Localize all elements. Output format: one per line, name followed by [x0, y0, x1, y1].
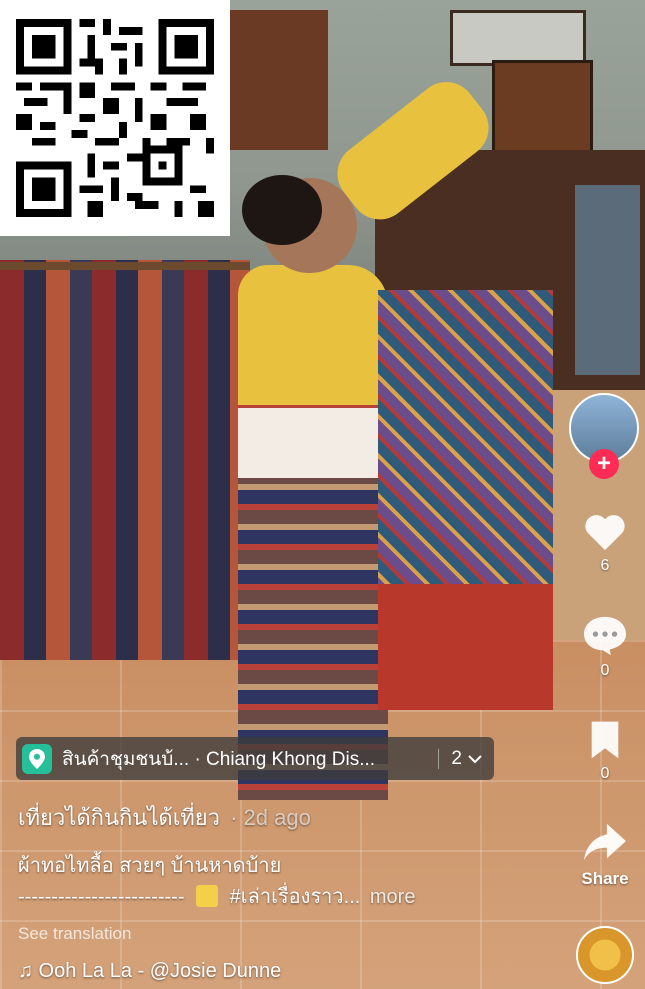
bookmark-icon [591, 721, 619, 759]
post-age: · 2d ago [230, 805, 311, 830]
clothes-rail [0, 262, 250, 270]
see-translation-link[interactable]: See translation [18, 924, 131, 944]
share-arrow-icon [584, 823, 626, 861]
hanging-woven-cloth [378, 290, 553, 710]
post-title-line[interactable]: เที่ยวได้กินกินได้เที่ยว · 2d ago [18, 800, 311, 835]
plus-icon: + [596, 450, 611, 477]
heart-icon [585, 515, 625, 551]
location-pin-icon [22, 743, 52, 774]
description-dashes: ------------------------- [18, 886, 185, 908]
music-track[interactable]: ♫ Ooh La La - @Josie Dunne [18, 960, 281, 983]
save-count: 0 [600, 765, 610, 782]
more-link[interactable]: more [370, 886, 416, 908]
location-tag[interactable]: สินค้าชุมชนบ้... · Chiang Khong Dis... 2 [16, 737, 494, 780]
cabinet-glass [575, 185, 640, 375]
post-description-more[interactable]: ------------------------- #เล่าเรื่องราว… [18, 880, 415, 912]
comment-count: 0 [600, 662, 610, 679]
chevron-down-icon [468, 754, 482, 763]
qr-code [0, 0, 230, 236]
like-count: 6 [600, 557, 610, 574]
hair-bun [242, 175, 322, 245]
location-count-value: 2 [451, 747, 462, 769]
location-text: สินค้าชุมชนบ้... · Chiang Khong Dis... [62, 748, 376, 770]
follow-button[interactable]: + [589, 449, 619, 479]
memo-emoji-icon [196, 885, 219, 907]
hanging-textiles [0, 260, 250, 660]
white-sash [238, 400, 388, 478]
post-description: ผ้าทอไทลื้อ สวยๆ บ้านหาดบ้าย [18, 855, 282, 877]
post-title[interactable]: เที่ยวได้กินกินได้เที่ยว [18, 805, 220, 830]
wall-sign [228, 10, 328, 150]
qr-code-pattern [16, 19, 214, 217]
share-label: Share [581, 869, 629, 888]
wall-photo [450, 10, 586, 66]
save-button[interactable]: 0 [570, 720, 640, 783]
location-divider [438, 748, 440, 769]
hashtag-link[interactable]: #เล่าเรื่องราว... [230, 886, 361, 908]
comment-bubble-icon [584, 616, 626, 656]
like-button[interactable]: 6 [570, 512, 640, 575]
music-disc[interactable] [576, 926, 634, 984]
comment-button[interactable]: 0 [570, 615, 640, 680]
location-count[interactable]: 2 [451, 748, 482, 770]
yellow-blouse [238, 265, 388, 405]
share-button[interactable]: Share [570, 822, 640, 889]
